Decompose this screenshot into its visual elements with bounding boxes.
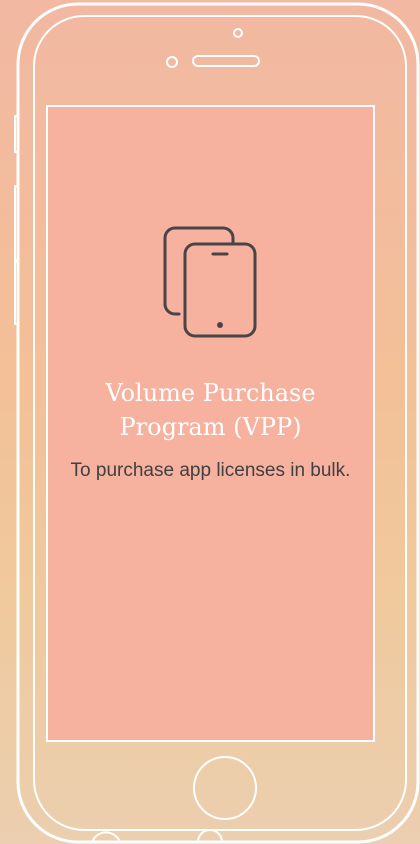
speaker-grille [192,55,260,67]
card-description: To purchase app licenses in bulk. [70,460,351,481]
camera-icon [233,28,243,38]
sensor-icon [166,56,178,68]
phone-screen: Volume Purchase Program (VPP) To purchas… [48,107,373,740]
feature-card: Volume Purchase Program (VPP) To purchas… [48,224,373,485]
bottom-edge-detail-right [197,829,223,843]
home-button[interactable] [193,756,257,820]
devices-icon [163,226,256,338]
card-title: Volume Purchase Program (VPP) [105,379,316,441]
